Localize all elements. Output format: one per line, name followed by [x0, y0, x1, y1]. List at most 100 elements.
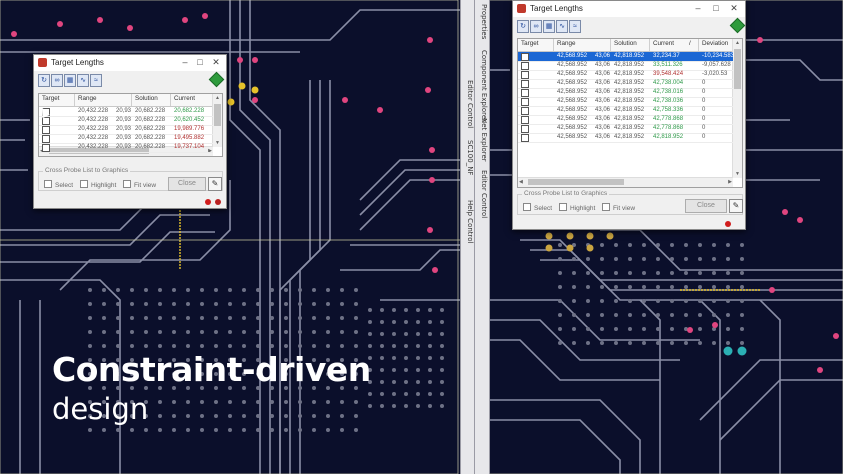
col-range[interactable]: Range — [557, 40, 576, 47]
horizontal-scrollbar-right[interactable]: ◀ ▶ — [518, 177, 733, 187]
row-target-checkbox[interactable] — [521, 107, 529, 115]
pad — [545, 232, 553, 240]
table-row[interactable]: 42,568.952 43,06 42,818.952 42,818.952 0 — [518, 133, 733, 143]
fit-view-checkbox[interactable]: Fit view — [123, 180, 156, 189]
via — [186, 316, 190, 320]
via — [600, 313, 604, 317]
via — [614, 327, 618, 331]
close-button-right[interactable]: Close — [685, 199, 727, 213]
maximize-icon-right[interactable]: □ — [709, 2, 723, 15]
tune-icon[interactable]: ∿ — [77, 74, 89, 87]
via — [186, 414, 190, 418]
refresh-icon[interactable]: ↻ — [517, 20, 529, 33]
link-icon[interactable]: ∞ — [530, 20, 542, 33]
highlight-checkbox[interactable]: Highlight — [80, 180, 116, 189]
row-target-checkbox[interactable] — [521, 125, 529, 133]
table-icon[interactable]: ▦ — [543, 20, 555, 33]
via — [380, 368, 384, 372]
row-target-checkbox[interactable] — [42, 135, 50, 143]
via — [698, 243, 702, 247]
fit-view-checkbox[interactable]: Fit view — [602, 203, 635, 212]
row-target-checkbox[interactable] — [521, 53, 529, 61]
via — [600, 257, 604, 261]
refresh-icon[interactable]: ↻ — [38, 74, 50, 87]
eraser-icon-right[interactable]: ✎ — [729, 199, 743, 213]
row-target-checkbox[interactable] — [521, 71, 529, 79]
table-row[interactable]: 20,432.228 20,93 20,682.228 19,737.104 — [39, 143, 213, 153]
cell-solution: 42,818.952 — [614, 116, 645, 122]
row-target-checkbox[interactable] — [521, 116, 529, 124]
dialog-titlebar-right[interactable]: Target Lengths – □ ✕ — [513, 1, 745, 17]
dialog-titlebar[interactable]: Target Lengths – □ ✕ — [34, 55, 226, 71]
pattern-icon[interactable]: ≈ — [569, 20, 581, 33]
via — [684, 313, 688, 317]
dock-tab-properties[interactable]: Properties — [476, 4, 488, 39]
maximize-icon[interactable]: □ — [193, 56, 207, 69]
via — [326, 428, 330, 432]
minimize-icon[interactable]: – — [178, 56, 192, 69]
dock-tab-editor-control-right[interactable]: Editor Control — [476, 170, 488, 218]
highlight-checkbox[interactable]: Highlight — [559, 203, 595, 212]
dock-tab-net-explorer[interactable]: Net Explorer — [476, 118, 488, 162]
minimize-icon-right[interactable]: – — [691, 2, 705, 15]
via — [416, 392, 420, 396]
cell-current: 42,758.336 — [653, 107, 684, 113]
via — [642, 271, 646, 275]
close-icon[interactable]: ✕ — [209, 56, 223, 69]
via — [628, 299, 632, 303]
col-target[interactable]: Target — [42, 95, 60, 102]
link-icon[interactable]: ∞ — [51, 74, 63, 87]
row-target-checkbox[interactable] — [42, 126, 50, 134]
row-target-checkbox[interactable] — [521, 80, 529, 88]
col-solution[interactable]: Solution — [614, 40, 637, 47]
col-current[interactable]: Current — [653, 40, 674, 47]
scroll-thumb[interactable] — [214, 104, 221, 126]
close-button[interactable]: Close — [168, 177, 206, 191]
pattern-icon[interactable]: ≈ — [90, 74, 102, 87]
select-checkbox[interactable]: Select — [523, 203, 552, 212]
via — [600, 243, 604, 247]
nets-grid: Target Range Solution Current ▲ ▼ ◀ ▶ 20… — [38, 93, 223, 157]
eraser-icon[interactable]: ✎ — [208, 177, 222, 191]
row-target-checkbox[interactable] — [42, 117, 50, 125]
run-diamond-icon[interactable] — [208, 71, 225, 88]
col-solution[interactable]: Solution — [135, 95, 158, 102]
pad — [427, 37, 433, 43]
via — [614, 271, 618, 275]
dock-tab-help-control[interactable]: Help Control — [462, 200, 474, 244]
table-icon[interactable]: ▦ — [64, 74, 76, 87]
via — [416, 344, 420, 348]
col-deviation[interactable]: Deviation — [702, 40, 728, 47]
via — [284, 344, 288, 348]
run-diamond-icon-right[interactable] — [729, 17, 746, 34]
dock-tab-editor-control[interactable]: Editor Control — [462, 80, 474, 128]
via — [558, 313, 562, 317]
cell-deviation: 0 — [702, 134, 706, 140]
col-range[interactable]: Range — [78, 95, 97, 102]
col-target[interactable]: Target — [521, 40, 539, 47]
tune-icon[interactable]: ∿ — [556, 20, 568, 33]
via — [354, 428, 358, 432]
row-target-checkbox[interactable] — [521, 98, 529, 106]
caption-subtitle: design — [52, 392, 149, 426]
row-target-checkbox[interactable] — [42, 144, 50, 152]
dock-tab-sc100[interactable]: SC100_NF — [462, 140, 474, 175]
close-icon-right[interactable]: ✕ — [727, 2, 741, 15]
via — [214, 428, 218, 432]
via — [712, 313, 716, 317]
cell-current: 19,495.882 — [174, 135, 205, 141]
via — [200, 330, 204, 334]
via — [698, 285, 702, 289]
col-current[interactable]: Current — [174, 95, 195, 102]
cell-solution: 20,682.228 — [135, 144, 166, 150]
via — [144, 428, 148, 432]
row-target-checkbox[interactable] — [521, 134, 529, 142]
select-checkbox[interactable]: Select — [44, 180, 73, 189]
hscroll-thumb[interactable] — [528, 179, 624, 185]
via — [670, 327, 674, 331]
cross-probe-label: Cross Probe List to Graphics — [43, 167, 131, 174]
via — [416, 308, 420, 312]
row-target-checkbox[interactable] — [521, 89, 529, 97]
dock-tab-component-explorer[interactable]: Component Explorer — [476, 50, 488, 122]
row-target-checkbox[interactable] — [521, 62, 529, 70]
